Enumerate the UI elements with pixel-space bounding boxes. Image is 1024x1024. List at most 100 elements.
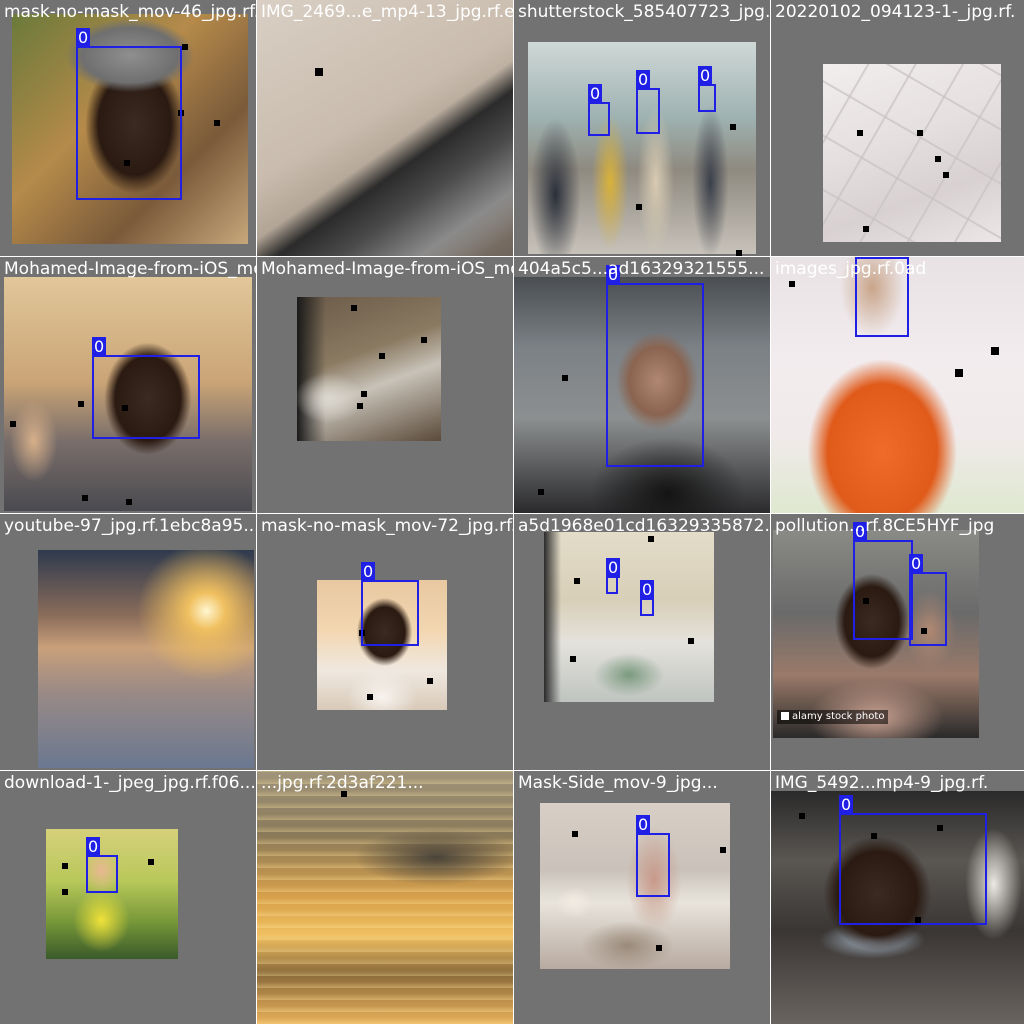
detection-box: 0 <box>909 554 947 646</box>
marker-dot <box>570 656 576 662</box>
class-label: 0 <box>92 337 107 357</box>
marker-dot <box>78 401 84 407</box>
class-label: 0 <box>640 580 655 600</box>
marker-dot <box>562 375 568 381</box>
detection-box: 0 <box>588 84 610 136</box>
class-label: 0 <box>606 265 621 285</box>
tile: IMG_2469...e_mp4-13_jpg.rf.e <box>257 0 513 256</box>
tile-title: 20220102_094123-1-_jpg.rf. <box>775 2 1016 22</box>
tile: 0 0 a5d1968e01cd16329335872... <box>514 514 770 770</box>
tile: Mohamed-Image-from-iOS_mov-51_jpg.rf.c0d <box>257 257 513 513</box>
marker-dot <box>62 863 68 869</box>
detection-box: 0 <box>698 66 716 112</box>
marker-dot <box>730 124 736 130</box>
tile-title: Mask-Side_mov-9_jpg... <box>518 773 718 793</box>
marker-dot <box>863 226 869 232</box>
marker-dot <box>917 130 923 136</box>
marker-dot <box>351 305 357 311</box>
tile-image <box>540 803 730 969</box>
tile-title: shutterstock_585407723_jpg.rf.e... <box>518 2 770 22</box>
tile-title: 404a5c5...ad16329321555... <box>518 259 765 279</box>
class-label: 0 <box>86 837 101 857</box>
detection-box: 0 <box>86 837 118 893</box>
tile: 0 404a5c5...ad16329321555... <box>514 257 770 513</box>
tile: ...jpg.rf.2d3af221... <box>257 771 513 1024</box>
watermark: alamy stock photo <box>777 710 889 724</box>
marker-dot <box>656 945 662 951</box>
marker-dot <box>688 638 694 644</box>
tile-title: IMG_5492...mp4-9_jpg.rf. <box>775 773 989 793</box>
tile: 0 download-1-_jpeg_jpg.rf.f06... <box>0 771 256 1024</box>
marker-dot <box>62 889 68 895</box>
marker-dot <box>648 536 654 542</box>
detection-box: 0 <box>361 562 419 646</box>
marker-dot <box>214 120 220 126</box>
class-label: 0 <box>853 522 868 542</box>
marker-dot <box>935 156 941 162</box>
tile: 0 mask-no-mask_mov-46_jpg.rf.7e4865a17b8… <box>0 0 256 256</box>
detection-box: 0 <box>855 257 909 337</box>
class-label: 0 <box>636 815 651 835</box>
class-label: 0 <box>588 84 603 104</box>
tile: 0 Mask-Side_mov-9_jpg... <box>514 771 770 1024</box>
class-label: 0 <box>606 558 621 578</box>
marker-dot <box>367 694 373 700</box>
mosaic-grid: 0 mask-no-mask_mov-46_jpg.rf.7e4865a17b8… <box>0 0 1024 1024</box>
tile-title: mask-no-mask_mov-72_jpg.rf.570a5d... <box>261 516 513 536</box>
tile: 0 0 alamy stock photo pollution...rf.8CE… <box>771 514 1024 770</box>
tile-title: download-1-_jpeg_jpg.rf.f06... <box>4 773 256 793</box>
detection-box: 0 <box>92 337 200 439</box>
tile-image <box>257 771 513 1024</box>
marker-dot <box>361 391 367 397</box>
detection-box: 0 <box>606 558 621 594</box>
marker-dot <box>182 44 188 50</box>
marker-dot <box>799 813 805 819</box>
marker-dot <box>421 337 427 343</box>
tile: 0 images_jpg.rf.0ad <box>771 257 1024 513</box>
tile: 0 IMG_5492...mp4-9_jpg.rf. <box>771 771 1024 1024</box>
class-label: 0 <box>909 554 924 574</box>
marker-dot <box>10 421 16 427</box>
tile-image <box>257 0 513 256</box>
tile: 0 Mohamed-Image-from-iOS_mov-98_jpg.rf.c… <box>0 257 256 513</box>
marker-dot <box>341 791 347 797</box>
class-label: 0 <box>361 562 376 582</box>
class-label: 0 <box>636 70 651 90</box>
tile-image <box>297 297 441 441</box>
marker-dot <box>315 68 323 76</box>
marker-dot <box>82 495 88 501</box>
tile-title: Mohamed-Image-from-iOS_mov-51_jpg.rf.c0d <box>261 259 513 279</box>
marker-dot <box>991 347 999 355</box>
class-label: 0 <box>76 28 91 48</box>
tile-title: Mohamed-Image-from-iOS_mov-98_jpg.rf.c0d… <box>4 259 256 279</box>
marker-dot <box>427 678 433 684</box>
detection-box: 0 <box>76 28 182 200</box>
tile-image <box>38 550 254 768</box>
tile: 20220102_094123-1-_jpg.rf. <box>771 0 1024 256</box>
tile: 0 mask-no-mask_mov-72_jpg.rf.570a5d... <box>257 514 513 770</box>
tile-image <box>823 64 1001 242</box>
class-label: 0 <box>839 795 854 815</box>
detection-box: 0 <box>640 580 655 616</box>
marker-dot <box>357 403 363 409</box>
detection-box: 0 <box>839 795 987 925</box>
marker-dot <box>379 353 385 359</box>
marker-dot <box>943 172 949 178</box>
class-label: 0 <box>855 257 870 259</box>
detection-box: 0 <box>636 815 670 897</box>
marker-dot <box>955 369 963 377</box>
marker-dot <box>126 499 132 505</box>
alamy-logo-icon <box>781 712 789 720</box>
detection-box: 0 <box>606 265 704 467</box>
class-label: 0 <box>698 66 713 86</box>
marker-dot <box>720 847 726 853</box>
marker-dot <box>636 204 642 210</box>
detection-box: 0 <box>636 70 660 134</box>
marker-dot <box>789 281 795 287</box>
marker-dot <box>148 859 154 865</box>
tile: 0 0 0 shutterstock_585407723_jpg.rf.e... <box>514 0 770 256</box>
marker-dot <box>857 130 863 136</box>
detection-box: 0 <box>853 522 913 640</box>
marker-dot <box>736 250 742 256</box>
watermark-text: alamy stock photo <box>792 711 885 722</box>
